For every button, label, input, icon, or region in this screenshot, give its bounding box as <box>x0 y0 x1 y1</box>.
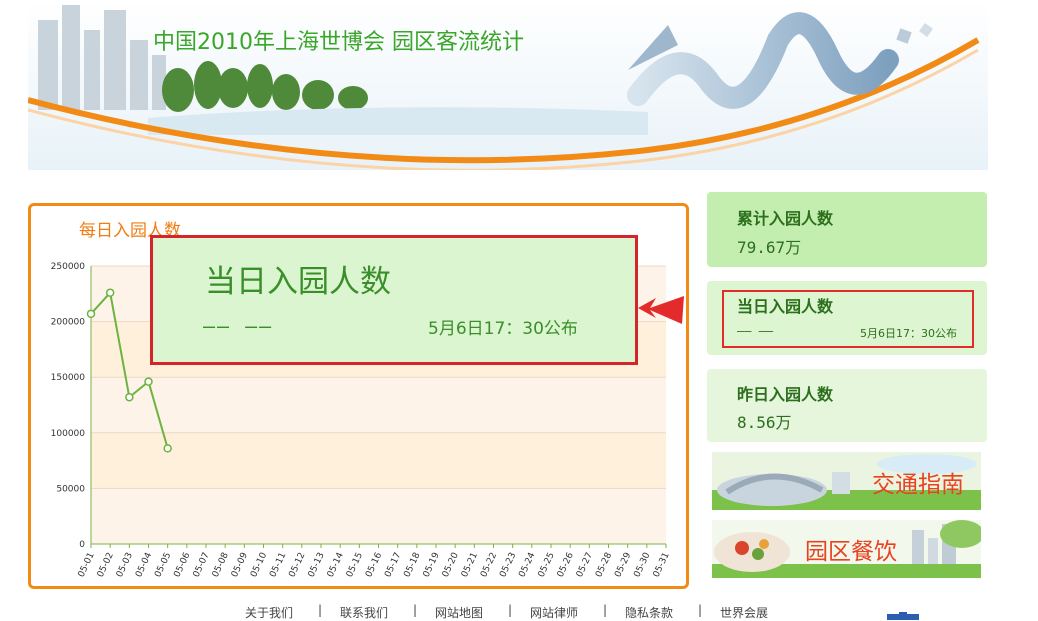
promo-label: 交通指南 <box>872 472 964 498</box>
data-point <box>86 309 96 319</box>
footer-link-sitemap[interactable]: 网站地图 <box>435 604 483 621</box>
x-tick-label: 05-17 <box>383 551 403 579</box>
x-tick-label: 05-22 <box>479 551 499 579</box>
today-visitors-highlight: —— —— 5月6日17：30公布 <box>722 290 974 348</box>
x-tick-label: 05-19 <box>422 551 442 579</box>
popup-title: 当日入园人数 <box>205 264 391 300</box>
x-tick-label: 05-15 <box>345 551 365 579</box>
banner-title: 中国2010年上海世博会 园区客流统计 <box>153 30 524 55</box>
header-banner: 中国2010年上海世博会 园区客流统计 <box>28 0 988 170</box>
dining-banner[interactable]: 园区餐饮 <box>712 520 981 578</box>
x-tick-label: 05-26 <box>556 551 576 579</box>
stat-title: 昨日入园人数 <box>737 385 834 404</box>
data-point <box>144 377 153 386</box>
traffic-guide-banner[interactable]: 交通指南 <box>712 452 981 510</box>
x-tick-label: 05-28 <box>594 551 614 579</box>
footer-separator: | <box>698 603 703 617</box>
y-tick-label: 150000 <box>51 373 86 383</box>
x-tick-label: 05-12 <box>287 551 307 579</box>
x-tick-label: 05-21 <box>460 551 480 579</box>
promo-label: 园区餐饮 <box>805 539 897 565</box>
x-tick-label: 05-14 <box>326 551 346 579</box>
x-tick-label: 05-02 <box>96 551 116 579</box>
x-tick-label: 05-05 <box>153 551 173 579</box>
y-tick-label: 0 <box>79 540 85 550</box>
footer-link-contact[interactable]: 联系我们 <box>340 604 388 621</box>
stat-value: —— —— <box>737 324 774 338</box>
stat-title: 累计入园人数 <box>737 209 834 228</box>
y-tick-label: 100000 <box>51 429 86 439</box>
x-tick-label: 05-04 <box>134 551 154 579</box>
x-tick-label: 05-01 <box>77 551 97 579</box>
data-point <box>163 444 172 453</box>
x-tick-label: 05-13 <box>307 551 327 579</box>
chart-band <box>91 432 666 489</box>
x-tick-label: 05-25 <box>537 551 557 579</box>
x-tick-label: 05-29 <box>613 551 633 579</box>
x-tick-label: 05-27 <box>575 551 595 579</box>
x-tick-label: 05-07 <box>192 551 212 579</box>
x-tick-label: 05-24 <box>517 551 537 579</box>
footer-link-about[interactable]: 关于我们 <box>245 604 293 621</box>
x-tick-label: 05-20 <box>441 551 461 579</box>
x-tick-label: 05-18 <box>402 551 422 579</box>
stat-value: 79.67万 <box>737 238 802 257</box>
x-tick-label: 05-03 <box>115 551 135 579</box>
footer-separator: | <box>413 603 418 617</box>
stat-value: 8.56万 <box>737 413 792 432</box>
x-tick-label: 05-31 <box>652 551 672 579</box>
x-tick-label: 05-08 <box>211 551 231 579</box>
x-tick-label: 05-10 <box>249 551 269 579</box>
popup-value: —— —— <box>203 314 274 338</box>
x-tick-label: 05-06 <box>172 551 192 579</box>
data-point <box>105 288 115 297</box>
today-visitors-popup: 当日入园人数 —— —— 5月6日17：30公布 <box>150 235 638 365</box>
chart-band <box>91 377 666 433</box>
footer-link-expo[interactable]: 世界会展 <box>720 604 768 621</box>
stat-time: 5月6日17：30公布 <box>860 327 957 340</box>
footer-emblem-icon <box>887 612 919 620</box>
chart-band <box>91 488 666 544</box>
x-tick-label: 05-30 <box>632 551 652 579</box>
footer-separator: | <box>603 603 608 617</box>
footer-separator: | <box>318 603 323 617</box>
data-point <box>125 392 134 402</box>
popup-time: 5月6日17：30公布 <box>428 319 578 339</box>
y-tick-label: 50000 <box>56 484 85 494</box>
x-tick-label: 05-23 <box>498 551 518 579</box>
stat-cumulative-visitors: 累计入园人数 79.67万 <box>707 192 987 267</box>
x-tick-label: 05-09 <box>230 551 250 579</box>
y-tick-label: 250000 <box>51 262 86 272</box>
red-pointer-arrow-icon <box>638 296 684 324</box>
x-tick-label: 05-16 <box>364 551 384 579</box>
footer-links: 关于我们 | 联系我们 | 网站地图 | 网站律师 | 隐私条款 | 世界会展 <box>0 600 1038 620</box>
footer-link-privacy[interactable]: 隐私条款 <box>625 604 673 621</box>
footer-separator: | <box>508 603 513 617</box>
stat-yesterday-visitors: 昨日入园人数 8.56万 <box>707 369 987 442</box>
footer-link-lawyer[interactable]: 网站律师 <box>530 604 578 621</box>
x-tick-label: 05-11 <box>268 551 288 579</box>
y-tick-label: 200000 <box>51 318 86 328</box>
